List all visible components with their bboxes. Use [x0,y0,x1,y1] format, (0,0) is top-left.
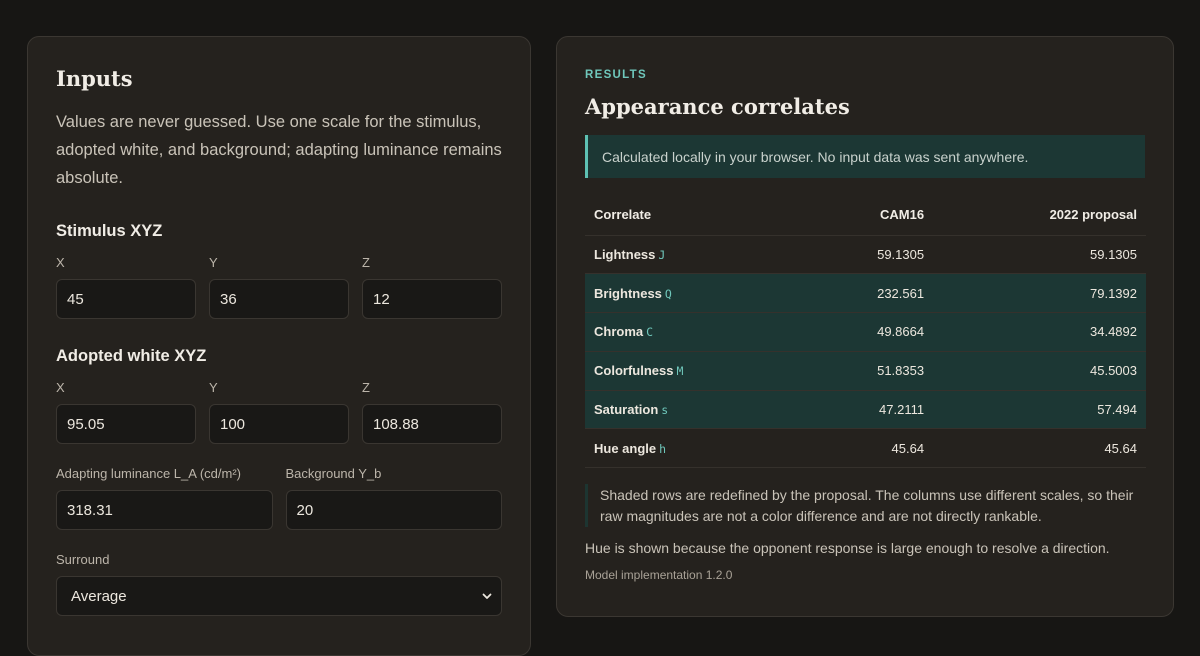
white-x-input[interactable] [56,404,196,444]
stimulus-section: Stimulus XYZ X Y Z [56,221,502,319]
white-z-input[interactable] [362,404,502,444]
proposal-value: 45.64 [933,428,1146,469]
results-panel: RESULTS Appearance correlates Calculated… [556,36,1174,617]
model-version: Model implementation 1.2.0 [585,568,733,583]
white-section: Adopted white XYZ X Y Z [56,346,502,444]
white-y-input[interactable] [209,404,349,444]
stimulus-x-label: X [56,255,65,270]
stimulus-heading: Stimulus XYZ [56,222,163,240]
column-header-correlate: Correlate [585,195,802,236]
surround-select[interactable]: Average [56,576,502,616]
cam16-value: 45.64 [801,428,934,469]
hue-note: Hue is shown because the opponent respon… [585,540,1110,557]
correlate-symbol: C [646,325,654,340]
column-header-cam16: CAM16 [801,195,934,236]
correlate-symbol: M [676,364,684,379]
table-header-row: Correlate CAM16 2022 proposal [585,195,1146,236]
correlate-name: Hue angle [594,440,657,456]
background-label: Background Y_b [285,466,382,481]
cam16-value: 49.8664 [801,312,934,352]
correlate-name-cell: Brightness Q [585,273,802,314]
stimulus-y-label: Y [209,255,218,270]
correlate-name-cell: Chroma C [585,312,802,352]
proposal-value: 45.5003 [933,351,1146,391]
table-row: Brightness Q 232.561 79.1392 [585,273,1146,314]
proposal-value: 59.1305 [933,235,1146,275]
white-z-label: Z [362,380,370,395]
background-input[interactable] [285,490,502,530]
correlate-name: Colorfulness [594,363,674,379]
table-row: Colorfulness M 51.8353 45.5003 [585,351,1146,391]
correlate-symbol: Q [664,286,672,301]
table-row: Saturation s 47.2111 57.494 [585,390,1146,430]
inputs-panel: Inputs Values are never guessed. Use one… [27,36,531,656]
correlate-name-cell: Lightness J [585,235,802,275]
results-title: Appearance correlates [585,94,850,119]
correlate-name-cell: Hue angle h [585,428,802,469]
correlate-name: Saturation [594,402,659,418]
correlate-symbol: h [659,441,667,456]
table-row: Hue angle h 45.64 45.64 [585,428,1146,469]
surround-value: Average [71,587,127,605]
column-header-proposal: 2022 proposal [933,195,1146,236]
shaded-rows-note: Shaded rows are redefined by the proposa… [585,484,1135,528]
cam16-value: 47.2111 [801,390,934,430]
stimulus-z-label: Z [362,255,370,270]
white-y-label: Y [209,380,218,395]
stimulus-y-input[interactable] [209,279,349,319]
proposal-value: 57.494 [933,390,1146,430]
privacy-notice: Calculated locally in your browser. No i… [585,135,1145,178]
adapting-luminance-label: Adapting luminance L_A (cd/m²) [56,466,241,481]
correlate-name: Brightness [594,285,662,301]
correlate-symbol: s [661,403,669,418]
cam16-value: 59.1305 [801,235,934,275]
stimulus-x-input[interactable] [56,279,196,319]
correlate-name: Chroma [594,324,644,340]
chevron-down-icon [482,593,492,599]
cam16-value: 232.561 [801,273,934,314]
privacy-notice-text: Calculated locally in your browser. No i… [602,148,1029,165]
inputs-intro: Values are never guessed. Use one scale … [56,113,502,187]
results-eyebrow: RESULTS [585,69,647,81]
adapting-luminance-input[interactable] [56,490,273,530]
correlate-name-cell: Saturation s [585,390,802,430]
table-row: Lightness J 59.1305 59.1305 [585,235,1146,275]
white-heading: Adopted white XYZ [56,347,207,365]
correlate-symbol: J [658,247,666,262]
correlates-table: Correlate CAM16 2022 proposal Lightness J… [585,195,1146,469]
cam16-value: 51.8353 [801,351,934,391]
white-x-label: X [56,380,65,395]
table-row: Chroma C 49.8664 34.4892 [585,312,1146,352]
surround-label: Surround [56,552,110,567]
inputs-title: Inputs [56,66,133,91]
correlate-name-cell: Colorfulness M [585,351,802,391]
correlate-name: Lightness [594,246,656,262]
proposal-value: 34.4892 [933,312,1146,352]
proposal-value: 79.1392 [933,273,1146,314]
stimulus-z-input[interactable] [362,279,502,319]
